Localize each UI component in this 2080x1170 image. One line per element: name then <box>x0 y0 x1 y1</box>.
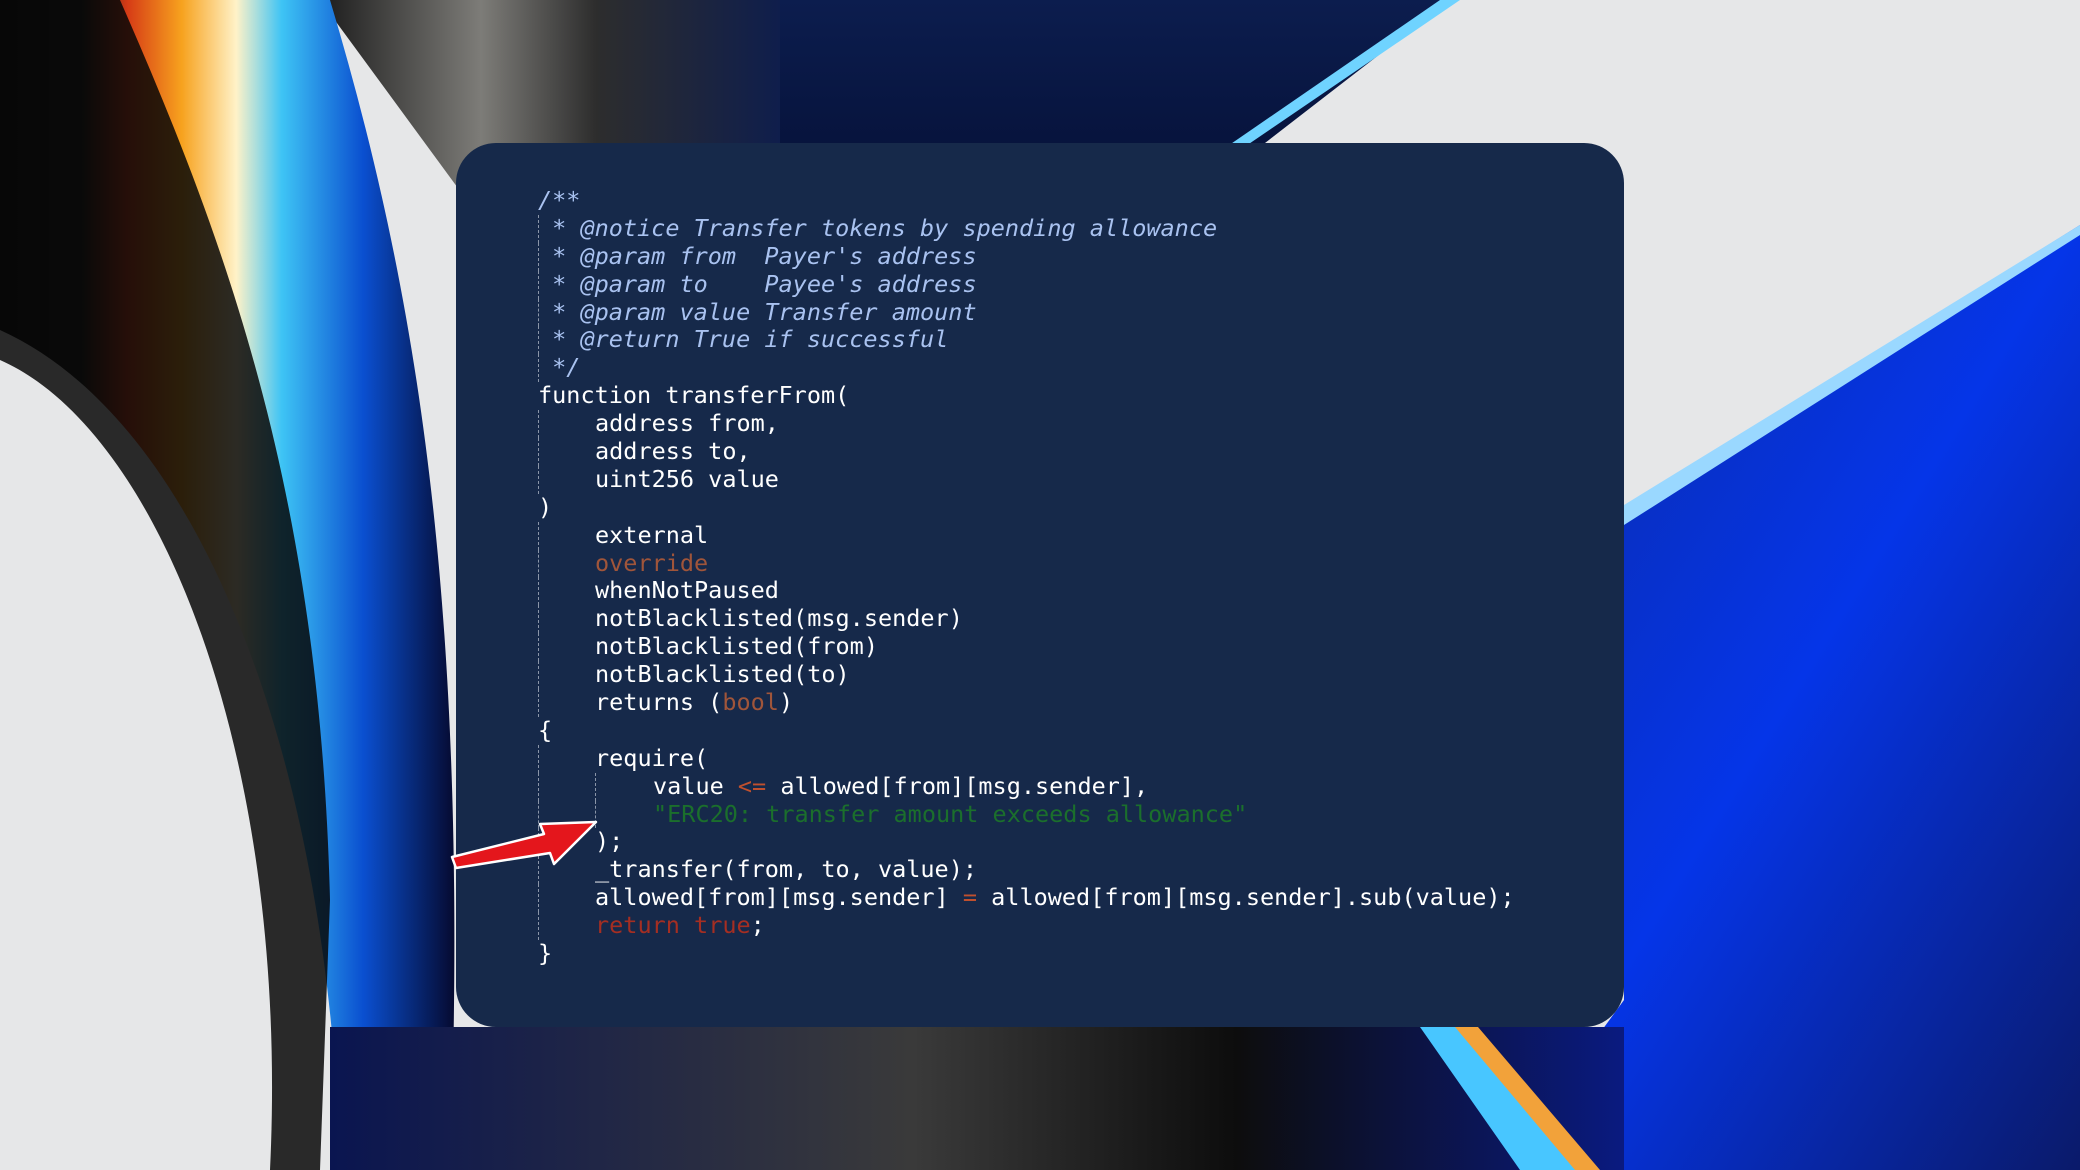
code-line: external <box>538 521 1515 550</box>
code-line: notBlacklisted(from) <box>538 632 1515 662</box>
code-line: } <box>538 939 553 968</box>
code-block: /** * @notice Transfer tokens by spendin… <box>538 186 1515 968</box>
indent-guide <box>538 242 539 271</box>
indent-guide <box>538 633 539 662</box>
indent-guide <box>538 772 539 801</box>
indent-guide <box>538 577 539 606</box>
code-line: address to, <box>538 437 1515 466</box>
indent-guide <box>538 214 539 243</box>
code-line: _transfer(from, to, value); <box>538 855 1515 885</box>
code-line: ) <box>538 492 553 521</box>
indent-guide <box>538 465 539 494</box>
indent-guide <box>538 744 539 773</box>
code-line: whenNotPaused <box>538 577 1515 606</box>
indent-guide <box>538 661 539 690</box>
indent-guide <box>538 270 539 299</box>
code-line: require( <box>538 744 1515 773</box>
code-line: * @notice Transfer tokens by spending al… <box>538 213 1218 243</box>
indent-guide <box>538 438 539 466</box>
code-line: * @param value Transfer amount <box>538 297 977 327</box>
indent-guide <box>538 326 539 355</box>
red-arrow-icon <box>450 820 598 870</box>
code-line: /** <box>538 186 581 214</box>
indent-guide <box>538 884 539 913</box>
code-line: */ <box>538 353 581 383</box>
code-line: * @param from Payer's address <box>538 241 977 271</box>
code-line: { <box>538 715 553 744</box>
indent-guide <box>538 605 539 634</box>
indent-guide <box>538 549 539 578</box>
code-line: returns (bool) <box>538 688 1515 717</box>
code-line: * @param to Payee's address <box>538 269 977 299</box>
code-line: notBlacklisted(msg.sender) <box>538 604 1515 634</box>
code-line: notBlacklisted(to) <box>538 660 1515 690</box>
code-line: allowed[from][msg.sender] = allowed[from… <box>538 883 1515 913</box>
indent-guide <box>538 354 539 383</box>
indent-guide <box>595 772 596 801</box>
indent-guide <box>538 298 539 327</box>
indent-guide <box>538 912 539 941</box>
code-line: function transferFrom( <box>538 381 850 410</box>
code-line: address from, <box>538 409 1515 439</box>
code-line: ); <box>538 828 1515 857</box>
code-line: value <= allowed[from][msg.sender], <box>538 772 1515 801</box>
indent-guide <box>538 689 539 717</box>
code-card: /** * @notice Transfer tokens by spendin… <box>456 143 1624 1027</box>
code-line: return true; <box>538 911 1515 941</box>
indent-guide <box>538 410 539 439</box>
code-line: "ERC20: transfer amount exceeds allowanc… <box>538 800 1515 829</box>
indent-guide <box>538 521 539 550</box>
code-line: override <box>538 549 1515 578</box>
code-line: * @return True if successful <box>538 325 949 355</box>
code-line: uint256 value <box>538 465 1515 494</box>
